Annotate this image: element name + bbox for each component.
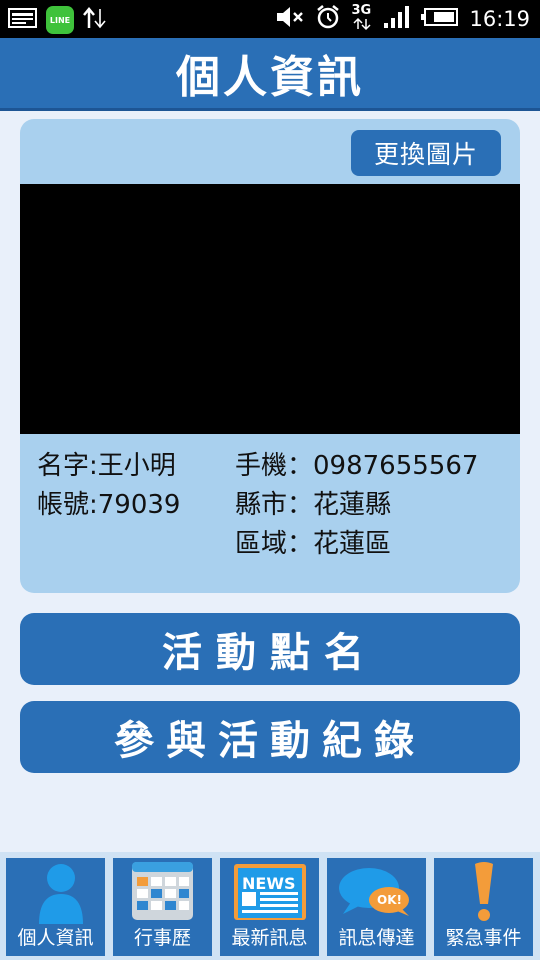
- signal-icon: [383, 5, 411, 33]
- nav-item-news[interactable]: NEWS 最新訊息: [220, 858, 319, 956]
- mute-icon: [275, 5, 305, 33]
- calendar-icon: [113, 858, 212, 924]
- person-icon: [6, 858, 105, 924]
- profile-card: 更換圖片 名字:王小明 帳號:79039 手機：0987655567 縣市：花蓮…: [20, 119, 520, 593]
- line-icon: LINE: [46, 6, 74, 34]
- ok-badge: OK!: [377, 893, 402, 907]
- event-checkin-button[interactable]: 活動點名: [20, 613, 520, 685]
- exclamation-icon: [434, 858, 533, 924]
- chat-bubble-icon: [327, 858, 426, 924]
- account-field: 帳號:79039: [37, 490, 181, 520]
- alarm-icon: [315, 4, 341, 34]
- status-bar: LINE 3G 16:19: [0, 0, 540, 38]
- 3g-icon: 3G: [351, 3, 373, 33]
- nav-item-message[interactable]: OK! 訊息傳達: [327, 858, 426, 956]
- event-records-button[interactable]: 參與活動紀錄: [20, 701, 520, 773]
- profile-info-left: 名字:王小明 帳號:79039: [37, 447, 180, 525]
- nav-label-message: 訊息傳達: [338, 927, 415, 949]
- news-badge: NEWS: [242, 874, 296, 893]
- battery-icon: [421, 7, 459, 31]
- district-field: 區域：花蓮區: [235, 529, 392, 559]
- nav-item-calendar[interactable]: 行事歷: [113, 858, 212, 956]
- page-title: 個人資訊: [176, 52, 364, 103]
- phone-field: 手機：0987655567: [235, 451, 479, 481]
- profile-info-right: 手機：0987655567 縣市：花蓮縣 區域：花蓮區: [235, 447, 478, 564]
- nav-label-calendar: 行事歷: [133, 927, 191, 949]
- county-field: 縣市：花蓮縣: [235, 490, 392, 520]
- change-photo-button[interactable]: 更換圖片: [351, 130, 501, 176]
- profile-photo: [20, 184, 520, 434]
- status-bar-right: 3G 16:19: [275, 3, 530, 34]
- notification-icon: [8, 7, 38, 33]
- bottom-nav: 個人資訊 行事歷 NEWS 最新訊息 OK! 訊息傳達 緊急事件: [0, 852, 540, 960]
- clock: 16:19: [469, 7, 530, 31]
- nav-item-profile[interactable]: 個人資訊: [6, 858, 105, 956]
- data-transfer-icon: [82, 5, 108, 35]
- title-bar: 個人資訊: [0, 38, 540, 111]
- status-bar-left: LINE: [8, 5, 108, 35]
- nav-label-emergency: 緊急事件: [445, 927, 522, 949]
- nav-label-profile: 個人資訊: [17, 927, 94, 949]
- nav-label-news: 最新訊息: [231, 927, 308, 949]
- nav-item-emergency[interactable]: 緊急事件: [434, 858, 533, 956]
- name-field: 名字:王小明: [37, 451, 176, 481]
